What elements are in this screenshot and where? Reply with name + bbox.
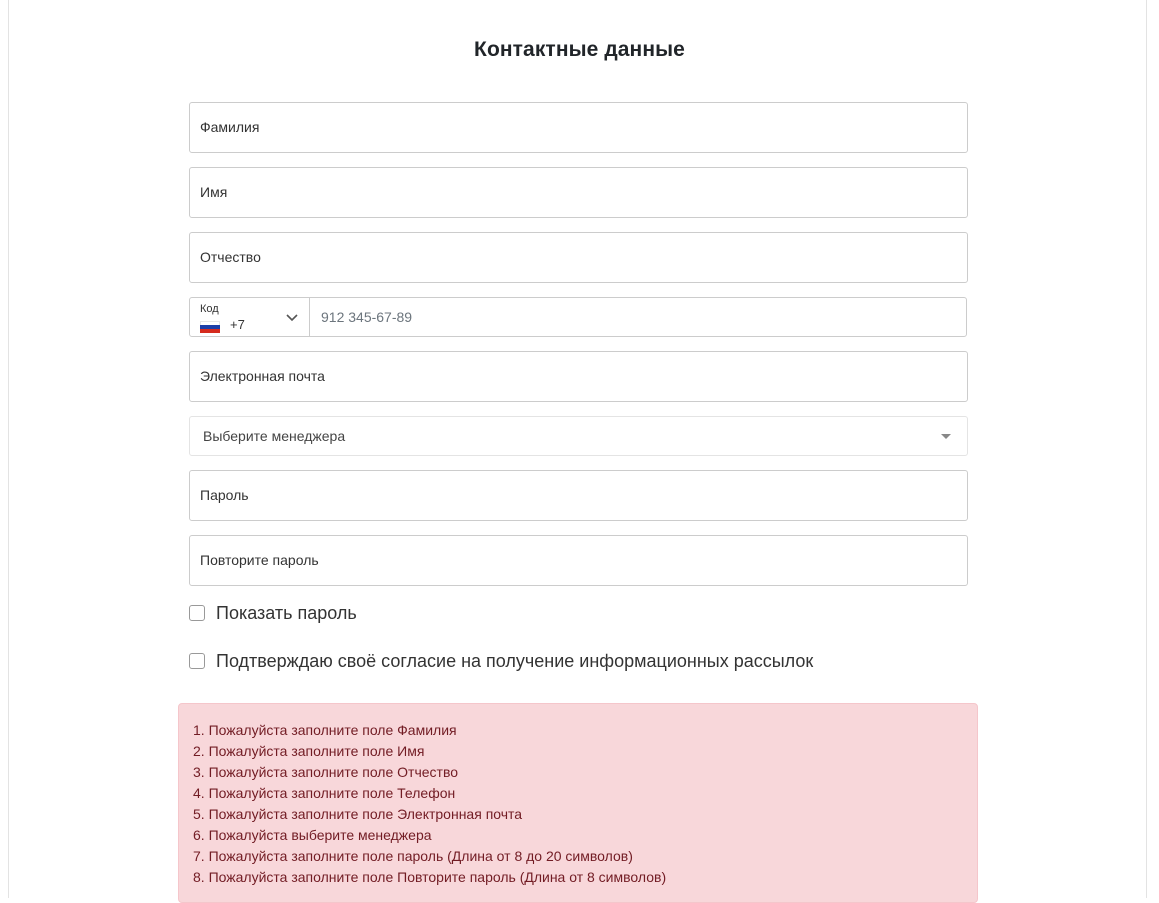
- show-password-label[interactable]: Показать пароль: [216, 603, 357, 624]
- error-item: 1. Пожалуйста заполните поле Фамилия: [193, 722, 457, 738]
- phone-number-input[interactable]: 912 345-67-89: [321, 298, 412, 336]
- repeat-password-field[interactable]: Повторите пароль: [189, 535, 968, 586]
- email-field[interactable]: Электронная почта: [189, 351, 968, 402]
- consent-label[interactable]: Подтверждаю своё согласие на получение и…: [216, 651, 813, 672]
- country-code-select[interactable]: Код +7: [190, 298, 310, 336]
- show-password-box[interactable]: [189, 605, 205, 621]
- last-name-label: Фамилия: [200, 119, 260, 135]
- error-item: 7. Пожалуйста заполните поле пароль (Дли…: [193, 848, 633, 864]
- chevron-down-icon: [286, 314, 298, 322]
- last-name-field[interactable]: Фамилия: [189, 102, 968, 153]
- dial-code: +7: [230, 317, 245, 332]
- error-alert: 1. Пожалуйста заполните поле Фамилия 2. …: [178, 703, 978, 903]
- first-name-label: Имя: [200, 184, 228, 200]
- country-code-label: Код: [200, 303, 219, 315]
- phone-field: Код +7 912 345-67-89: [189, 297, 967, 337]
- error-item: 4. Пожалуйста заполните поле Телефон: [193, 785, 456, 801]
- error-item: 2. Пожалуйста заполните поле Имя: [193, 743, 425, 759]
- first-name-field[interactable]: Имя: [189, 167, 968, 218]
- manager-select[interactable]: Выберите менеджера: [189, 416, 968, 456]
- error-item: 3. Пожалуйста заполните поле Отчество: [193, 764, 459, 780]
- consent-box[interactable]: [189, 653, 205, 669]
- repeat-password-label: Повторите пароль: [200, 552, 319, 568]
- email-label: Электронная почта: [200, 368, 325, 384]
- error-list: 1. Пожалуйста заполните поле Фамилия 2. …: [193, 720, 666, 888]
- manager-select-label: Выберите менеджера: [203, 428, 346, 444]
- error-item: 8. Пожалуйста заполните поле Повторите п…: [193, 869, 667, 885]
- error-item: 5. Пожалуйста заполните поле Электронная…: [193, 806, 523, 822]
- russia-flag-icon: [200, 321, 220, 333]
- password-label: Пароль: [200, 487, 249, 503]
- middle-name-label: Отчество: [200, 249, 261, 265]
- page-title: Контактные данные: [474, 38, 685, 61]
- password-field[interactable]: Пароль: [189, 470, 968, 521]
- middle-name-field[interactable]: Отчество: [189, 232, 968, 283]
- caret-down-icon: [941, 434, 951, 439]
- error-item: 6. Пожалуйста выберите менеджера: [193, 827, 432, 843]
